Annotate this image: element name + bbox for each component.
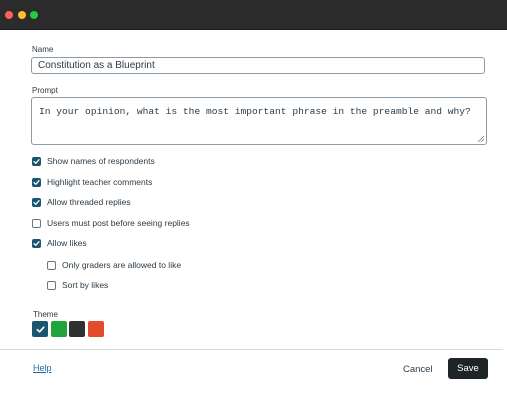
- discussion-option[interactable]: Allow threaded replies: [32, 196, 131, 208]
- theme-swatch-green[interactable]: [50, 321, 67, 337]
- likes-checkbox[interactable]: [47, 260, 56, 270]
- dialog-window: Name Constitution as a Blueprint Prompt …: [0, 0, 507, 394]
- help-link[interactable]: Help: [33, 363, 52, 373]
- discussion-checkbox[interactable]: [32, 156, 41, 166]
- discussion-checkbox[interactable]: [32, 177, 41, 187]
- discussion-option[interactable]: Highlight teacher comments: [32, 176, 152, 188]
- checkmark-icon: [33, 199, 40, 205]
- likes-option[interactable]: Sort by likes: [47, 279, 108, 291]
- prompt-textarea[interactable]: In your opinion, what is the most import…: [31, 97, 487, 145]
- discussion-option-label: Allow threaded replies: [47, 197, 131, 207]
- theme-label: Theme: [33, 310, 58, 319]
- discussion-option[interactable]: Allow likes: [32, 237, 87, 249]
- close-window-button[interactable]: [5, 11, 13, 19]
- checkmark-icon: [36, 325, 45, 333]
- checkmark-icon: [33, 179, 40, 185]
- cancel-button[interactable]: Cancel: [403, 364, 433, 375]
- theme-swatch-red[interactable]: [87, 321, 104, 337]
- zoom-window-button[interactable]: [30, 11, 38, 19]
- discussion-option-label: Show names of respondents: [47, 156, 155, 166]
- discussion-option[interactable]: Show names of respondents: [32, 155, 155, 167]
- prompt-text: In your opinion, what is the most import…: [39, 106, 471, 117]
- discussion-checkbox[interactable]: [32, 218, 41, 228]
- discussion-option[interactable]: Users must post before seeing replies: [32, 217, 190, 229]
- likes-option-label: Sort by likes: [62, 280, 109, 290]
- title-bar: [0, 0, 507, 30]
- discussion-option-label: Highlight teacher comments: [47, 177, 153, 187]
- discussion-option-label: Users must post before seeing replies: [47, 218, 190, 228]
- theme-swatch-dark[interactable]: [69, 321, 85, 337]
- prompt-label: Prompt: [32, 86, 58, 95]
- resize-handle-icon[interactable]: [478, 136, 484, 142]
- checkmark-icon: [33, 240, 40, 246]
- likes-option-label: Only graders are allowed to like: [62, 260, 182, 270]
- discussion-option-label: Allow likes: [47, 238, 87, 248]
- likes-checkbox[interactable]: [47, 280, 56, 290]
- name-input[interactable]: Constitution as a Blueprint: [31, 57, 485, 74]
- discussion-checkbox[interactable]: [32, 197, 41, 207]
- likes-option[interactable]: Only graders are allowed to like: [47, 259, 181, 271]
- theme-swatch-blue[interactable]: [32, 321, 48, 337]
- discussion-checkbox[interactable]: [32, 238, 41, 248]
- checkmark-icon: [33, 158, 40, 164]
- minimize-window-button[interactable]: [18, 11, 26, 19]
- footer-divider: [0, 349, 503, 350]
- save-button[interactable]: Save: [448, 358, 488, 379]
- name-label: Name: [32, 45, 54, 54]
